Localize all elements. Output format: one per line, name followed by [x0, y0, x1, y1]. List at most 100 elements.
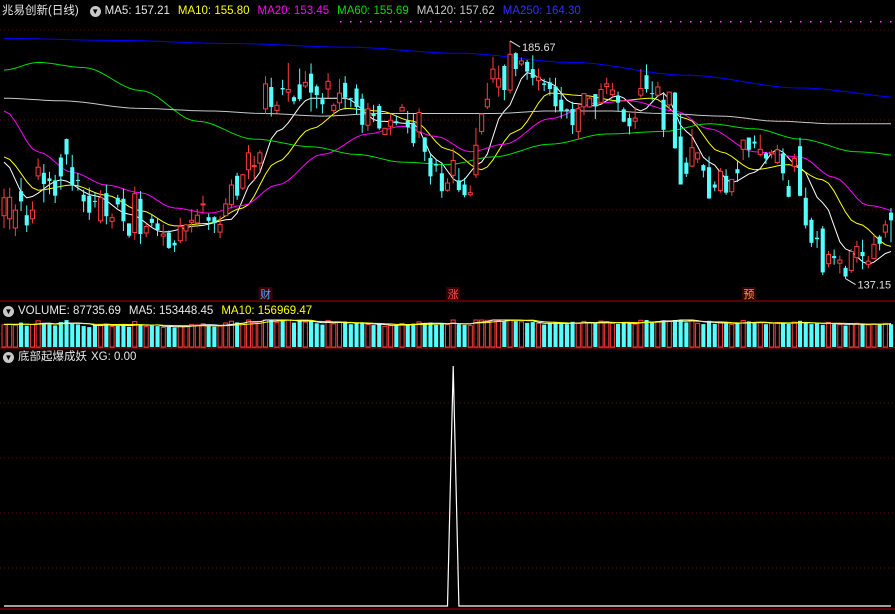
candle-body [632, 117, 638, 122]
volume-bar [53, 325, 58, 347]
candle-body [707, 167, 712, 199]
candle-body [564, 109, 569, 111]
candle-body [53, 180, 58, 196]
candle [502, 64, 507, 101]
candle [228, 179, 234, 209]
chevron-down-icon[interactable]: ▼ [3, 351, 14, 363]
volume-bar [445, 324, 451, 348]
volume-bar [587, 322, 593, 348]
ma60-legend: MA60: 155.69 [337, 5, 409, 17]
candle-body [127, 223, 132, 236]
volume-bar [104, 323, 109, 348]
candle-body [434, 164, 439, 166]
candle-body [240, 174, 246, 189]
ma20-legend: MA20: 153.45 [257, 5, 330, 17]
candle-body [848, 251, 854, 271]
candle-body [616, 96, 621, 103]
candle-body [354, 88, 359, 107]
candle [621, 107, 626, 123]
candle-body [701, 165, 706, 171]
volume-bar [143, 325, 149, 348]
candle [786, 179, 791, 198]
volume-bar [564, 324, 569, 347]
candle-body [462, 184, 467, 196]
candle-body [780, 153, 785, 174]
signal-dot [440, 21, 442, 23]
candle-body [200, 203, 206, 206]
candle [484, 82, 490, 109]
candle [729, 178, 735, 196]
signal-dot [820, 21, 822, 23]
volume-bar [791, 321, 797, 348]
candle-body [183, 224, 189, 232]
candle [587, 95, 593, 108]
candle [354, 84, 359, 115]
signal-dot [550, 21, 552, 23]
candle [740, 139, 746, 161]
volume-bar [638, 319, 644, 348]
volume-bar [70, 323, 75, 347]
volume-bar [803, 322, 808, 347]
candle-body [542, 83, 547, 85]
candle-body [35, 166, 41, 177]
volume-bar [172, 327, 177, 347]
volume-bar [439, 323, 444, 348]
candle-body [217, 223, 223, 233]
signal-dot [860, 21, 862, 23]
signal-dot [880, 21, 882, 23]
volume-bar [575, 322, 581, 348]
volume-bar [752, 322, 757, 348]
volume-bar [297, 320, 302, 347]
candle-body [786, 186, 791, 197]
candle-body [343, 82, 348, 98]
candle-body [803, 197, 808, 226]
candle-body [177, 225, 183, 242]
volume-bar [724, 323, 729, 347]
volume-legend: VOLUME: 87735.69 [18, 305, 121, 317]
volume-bar [627, 323, 632, 347]
signal-dot [460, 21, 462, 23]
volume-bar [280, 320, 285, 348]
candle-body [530, 69, 535, 78]
candle [837, 255, 843, 274]
candle-body [507, 53, 513, 91]
candle-body [81, 194, 86, 202]
volume-bar [399, 322, 405, 348]
volume-bar [542, 324, 547, 347]
volume-bar [365, 324, 371, 348]
candle [348, 97, 353, 108]
chevron-down-icon[interactable]: ▼ [3, 305, 14, 317]
chevron-down-icon[interactable]: ▼ [89, 5, 101, 17]
signal-dot [750, 21, 752, 23]
candle [632, 107, 638, 129]
candle [41, 164, 46, 203]
signal-dot [830, 21, 832, 23]
candle [212, 216, 217, 234]
candle [757, 134, 763, 157]
volume-bar [354, 323, 359, 347]
candle-body [325, 80, 331, 90]
volume-bar [757, 322, 763, 348]
candle-body [138, 198, 143, 235]
signal-dot [360, 21, 362, 23]
volume-bar [138, 324, 143, 347]
volume-bar [121, 324, 126, 347]
candle-body [70, 167, 75, 186]
candle-body [228, 184, 234, 205]
volume-bar [877, 324, 882, 347]
volume-bar [320, 324, 325, 347]
candle-body [64, 139, 69, 155]
candle-body [763, 153, 768, 159]
volume-bar [865, 324, 871, 348]
candle [752, 135, 757, 149]
volume-bar [650, 322, 655, 347]
candle-body [825, 254, 832, 265]
candle [200, 195, 206, 214]
volume-bar [269, 320, 274, 347]
candle-body [587, 97, 593, 108]
volume-bar [285, 319, 291, 348]
volume-bar [848, 323, 854, 348]
ma250-legend: MA250: 164.30 [502, 5, 581, 17]
volume-bar [837, 324, 843, 348]
candle-body [115, 197, 120, 205]
